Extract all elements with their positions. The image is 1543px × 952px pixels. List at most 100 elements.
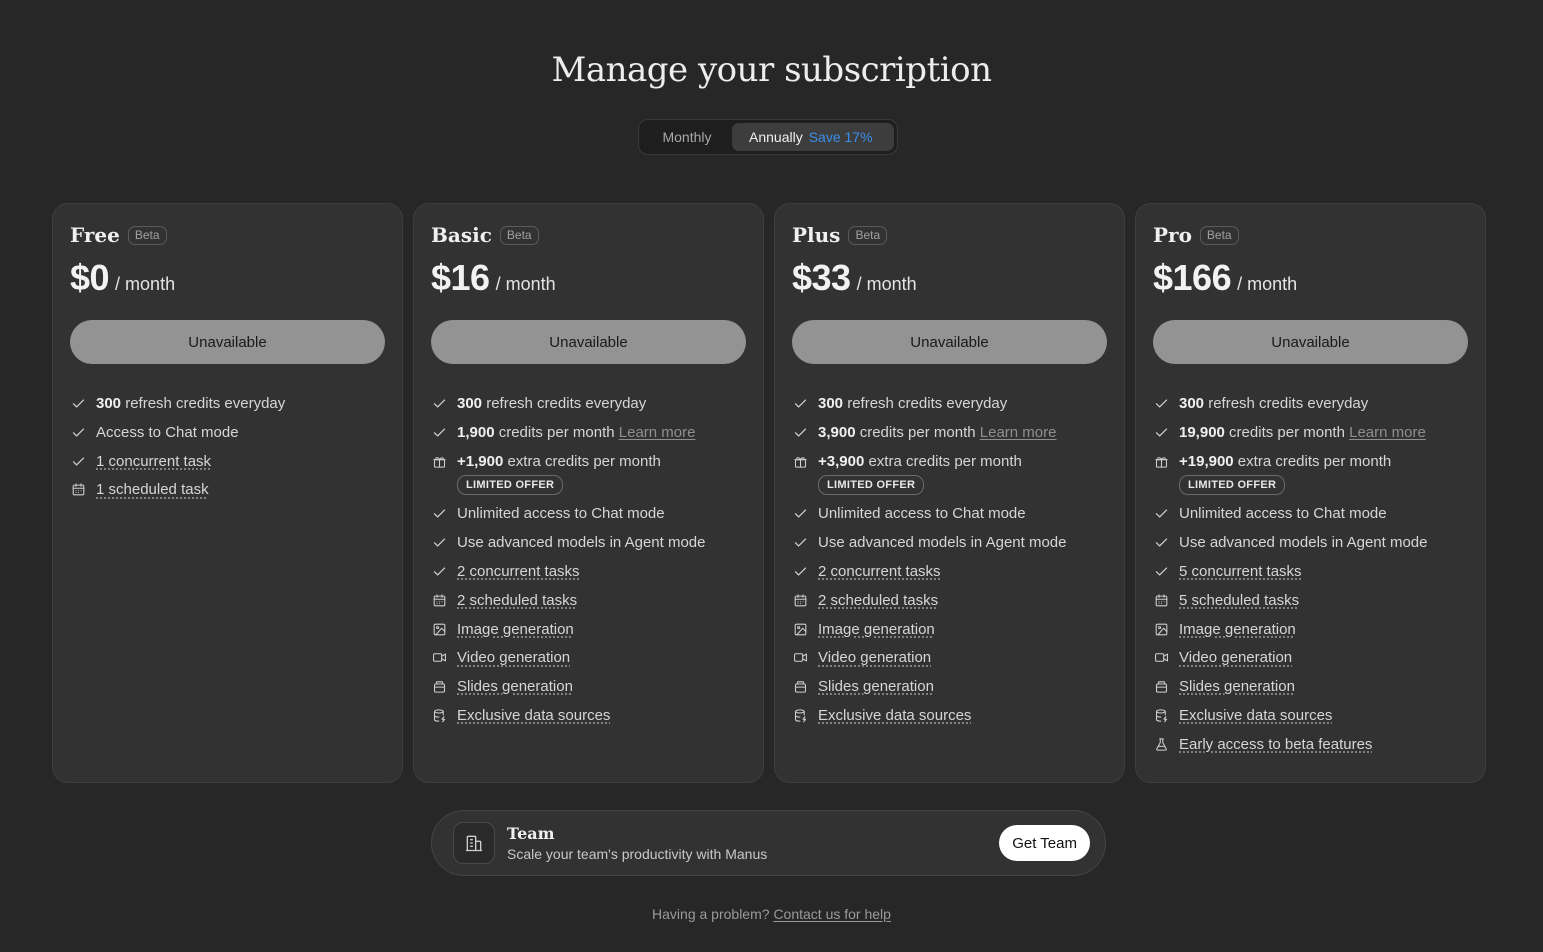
feature-text: Use advanced models in Agent mode [818,533,1067,552]
feature-body: Video generation [818,648,931,667]
feature-list: 300 refresh credits everyday Access to Ch… [70,394,385,499]
feature-item: Video generation [1153,648,1468,667]
learn-more-link[interactable]: Learn more [980,424,1057,441]
feature-label[interactable]: 1 concurrent task [96,453,211,470]
feature-label[interactable]: 1 scheduled task [96,481,209,498]
feature-item: Access to Chat mode [70,423,385,442]
feature-label[interactable]: 2 concurrent tasks [457,563,580,580]
plan-header: Basic Beta [431,222,746,248]
feature-label[interactable]: 5 scheduled tasks [1179,592,1299,609]
feature-item: 300 refresh credits everyday [70,394,385,413]
team-description: Scale your team's productivity with Manu… [507,846,768,862]
check-icon [431,423,447,442]
feature-label[interactable]: Exclusive data sources [1179,707,1332,724]
feature-text: 300 refresh credits everyday [457,394,646,413]
unavailable-button[interactable]: Unavailable [70,320,385,364]
feature-label[interactable]: Exclusive data sources [818,707,971,724]
feature-label: Access to Chat mode [96,423,239,441]
get-team-button[interactable]: Get Team [999,825,1090,861]
check-icon [1153,562,1169,581]
price-period: / month [1237,274,1298,294]
check-icon [431,504,447,523]
check-icon [1153,423,1169,442]
slides-icon [1153,677,1169,696]
feature-label[interactable]: 2 scheduled tasks [818,592,938,609]
feature-body: Exclusive data sources [457,706,610,725]
feature-body: Early access to beta features [1179,735,1372,754]
feature-text: Slides generation [1179,677,1295,696]
plan-header: Pro Beta [1153,222,1468,248]
check-icon [1153,504,1169,523]
check-icon [792,533,808,552]
feature-label[interactable]: Slides generation [457,678,573,695]
check-icon [431,394,447,413]
feature-text: Exclusive data sources [1179,706,1332,725]
feature-label[interactable]: Video generation [1179,649,1292,666]
feature-label[interactable]: Slides generation [818,678,934,695]
feature-body: +19,900 extra credits per month LIMITED O… [1179,452,1391,495]
feature-item: 300 refresh credits everyday [1153,394,1468,413]
feature-label[interactable]: 2 concurrent tasks [818,563,941,580]
feature-text: +3,900 extra credits per month [818,452,1022,471]
feature-body: Image generation [818,620,935,639]
feature-item: 300 refresh credits everyday [792,394,1107,413]
feature-label[interactable]: 5 concurrent tasks [1179,563,1302,580]
feature-item: Slides generation [1153,677,1468,696]
check-icon [70,452,86,471]
feature-item: 2 scheduled tasks [431,591,746,610]
feature-item: Slides generation [792,677,1107,696]
unavailable-button[interactable]: Unavailable [431,320,746,364]
beta-badge: Beta [848,225,888,245]
learn-more-link[interactable]: Learn more [619,424,696,441]
feature-body: 5 concurrent tasks [1179,562,1302,581]
feature-item: Unlimited access to Chat mode [1153,504,1468,523]
feature-label[interactable]: Exclusive data sources [457,707,610,724]
gift-icon [1153,452,1169,471]
feature-body: Unlimited access to Chat mode [818,504,1026,523]
plan-name: Basic [431,223,492,247]
feature-text: Slides generation [457,677,573,696]
check-icon [792,504,808,523]
feature-text: 300 refresh credits everyday [1179,394,1368,413]
feature-item: 19,900 credits per month Learn more [1153,423,1468,442]
feature-body: Exclusive data sources [1179,706,1332,725]
feature-text: Video generation [1179,648,1292,667]
database-icon [431,706,447,725]
feature-item: Use advanced models in Agent mode [431,533,746,552]
feature-label[interactable]: Image generation [1179,621,1296,638]
unavailable-button[interactable]: Unavailable [1153,320,1468,364]
gift-icon [431,452,447,471]
price-amount: $16 [431,257,490,298]
check-icon [431,562,447,581]
feature-text: 300 refresh credits everyday [96,394,285,413]
feature-text: 1 concurrent task [96,452,211,471]
feature-label[interactable]: Slides generation [1179,678,1295,695]
unavailable-button[interactable]: Unavailable [792,320,1107,364]
feature-label[interactable]: 2 scheduled tasks [457,592,577,609]
billing-period-toggle[interactable]: Monthly Annually Save 17% [638,119,898,155]
feature-body: 19,900 credits per month Learn more [1179,423,1426,442]
feature-label[interactable]: Image generation [818,621,935,638]
feature-item: Video generation [431,648,746,667]
plan-card-pro: Pro Beta $166/ month Unavailable 300 refresh… [1135,203,1486,783]
feature-text: Image generation [1179,620,1296,639]
feature-item: 2 concurrent tasks [431,562,746,581]
toggle-monthly[interactable]: Monthly [642,123,732,151]
feature-label[interactable]: Early access to beta features [1179,736,1372,753]
feature-list: 300 refresh credits everyday 1,900 credit… [431,394,746,725]
feature-body: 1 concurrent task [96,452,211,471]
feature-item: +1,900 extra credits per month LIMITED OF… [431,452,746,495]
contact-help-link[interactable]: Contact us for help [773,906,891,922]
learn-more-link[interactable]: Learn more [1349,424,1426,441]
beta-badge: Beta [127,225,167,245]
toggle-annually[interactable]: Annually Save 17% [732,123,894,151]
feature-label[interactable]: Video generation [818,649,931,666]
feature-label[interactable]: Image generation [457,621,574,638]
calendar-icon [431,591,447,610]
feature-body: 300 refresh credits everyday [96,394,285,413]
feature-label: Unlimited access to Chat mode [457,505,665,523]
feature-item: Unlimited access to Chat mode [792,504,1107,523]
feature-body: 2 concurrent tasks [818,562,941,581]
feature-body: Exclusive data sources [818,706,971,725]
feature-label[interactable]: Video generation [457,649,570,666]
